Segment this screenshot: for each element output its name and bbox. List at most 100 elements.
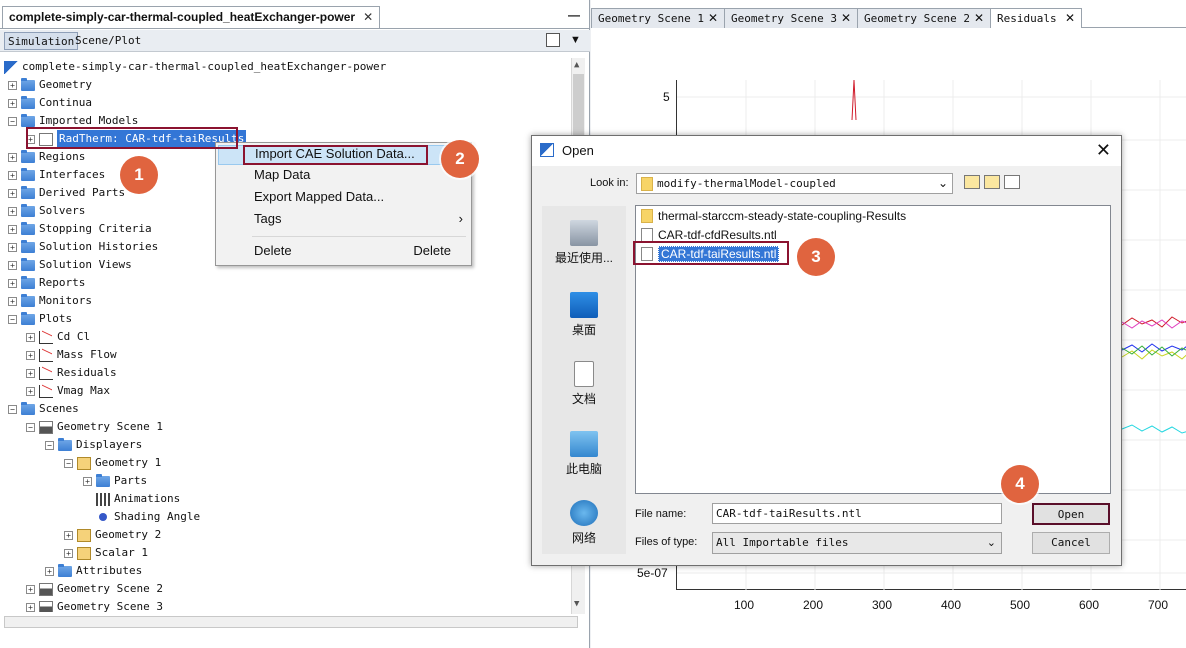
tree-node-label: Cd Cl	[57, 330, 91, 343]
expand-icon[interactable]: +	[26, 386, 35, 396]
expand-icon[interactable]: +	[64, 530, 73, 540]
collapse-icon[interactable]: −	[8, 404, 17, 414]
recent-icon	[570, 220, 598, 246]
tab-geometry-scene-1[interactable]: Geometry Scene 1 ✕	[591, 8, 725, 28]
expand-icon[interactable]: +	[8, 260, 17, 270]
place-desktop[interactable]: 桌面	[542, 292, 626, 338]
tree-node[interactable]: + Solution Histories	[8, 238, 158, 256]
simulation-file-tab[interactable]: complete-simply-car-thermal-coupled_heat…	[2, 6, 381, 28]
tab-scene-plot[interactable]: Scene/Plot	[72, 32, 144, 50]
tree-node[interactable]: + Continua	[8, 94, 92, 112]
tree-node[interactable]: + Geometry	[8, 76, 92, 94]
tree-horizontal-scrollbar[interactable]	[4, 616, 578, 628]
collapse-icon[interactable]: −	[64, 458, 73, 468]
close-icon[interactable]: ✕	[974, 9, 984, 28]
tree-node[interactable]: + Solvers	[8, 202, 85, 220]
view-menu-icon[interactable]	[1004, 175, 1020, 189]
tree-node[interactable]: complete-simply-car-thermal-coupled_heat…	[4, 58, 386, 76]
expand-icon[interactable]: +	[26, 368, 35, 378]
tree-node[interactable]: + Geometry Scene 3	[26, 598, 163, 612]
new-folder-icon[interactable]	[984, 175, 1000, 189]
tree-node[interactable]: + Stopping Criteria	[8, 220, 152, 238]
collapse-icon[interactable]: −	[45, 440, 54, 450]
tree-node[interactable]: + Monitors	[8, 292, 92, 310]
tree-node[interactable]: − Geometry Scene 1	[26, 418, 163, 436]
expand-icon[interactable]: +	[64, 548, 73, 558]
tree-node[interactable]: + Solution Views	[8, 256, 132, 274]
expand-icon[interactable]: +	[8, 224, 17, 234]
close-icon[interactable]: ✕	[841, 9, 851, 28]
close-icon[interactable]: ✕	[708, 9, 718, 28]
dialog-titlebar[interactable]: Open ✕	[532, 136, 1121, 166]
tree-node[interactable]: + Parts	[83, 472, 147, 490]
scroll-down-icon[interactable]: ▼	[574, 599, 579, 609]
expand-icon[interactable]: +	[26, 584, 35, 594]
tree-node[interactable]: + Interfaces	[8, 166, 105, 184]
place-recent[interactable]: 最近使用...	[542, 220, 626, 266]
tree-node[interactable]: + Attributes	[45, 562, 142, 580]
look-in-select[interactable]: modify-thermalModel-coupled ⌄	[636, 173, 953, 194]
expand-icon[interactable]: +	[83, 476, 92, 486]
close-icon[interactable]: ✕	[1096, 140, 1111, 161]
tree-node[interactable]: − Scenes	[8, 400, 79, 418]
expand-icon[interactable]: +	[8, 170, 17, 180]
close-icon[interactable]: ✕	[1065, 9, 1075, 28]
expand-icon[interactable]: +	[8, 152, 17, 162]
files-of-type-select[interactable]: All Importable files ⌄	[712, 532, 1002, 554]
expand-icon[interactable]: +	[8, 296, 17, 306]
cancel-button[interactable]: Cancel	[1032, 532, 1110, 554]
tab-geometry-scene-3[interactable]: Geometry Scene 3 ✕	[724, 8, 858, 28]
menu-item-export-mapped-data[interactable]: Export Mapped Data...	[218, 189, 469, 209]
file-name-input[interactable]: CAR-tdf-taiResults.ntl	[712, 503, 1002, 524]
tab-simulation[interactable]: Simulation	[4, 32, 79, 50]
tree-node[interactable]: − Geometry 1	[64, 454, 161, 472]
tree-node[interactable]: Animations	[83, 490, 180, 508]
expand-icon[interactable]: +	[8, 80, 17, 90]
expand-icon[interactable]: +	[8, 242, 17, 252]
folder-icon	[21, 257, 35, 271]
minimize-icon[interactable]: —	[568, 8, 582, 22]
tree-node-label: Residuals	[57, 366, 117, 379]
close-icon[interactable]: ✕	[363, 7, 373, 28]
tree-node[interactable]: + Cd Cl	[26, 328, 90, 346]
open-button[interactable]: Open	[1032, 503, 1110, 525]
dropdown-arrow-icon[interactable]: ▼	[570, 34, 581, 46]
collapse-icon[interactable]: −	[8, 314, 17, 324]
tree-structure-icon[interactable]	[546, 33, 560, 47]
tree-node[interactable]: + Scalar 1	[64, 544, 148, 562]
tree-node[interactable]: Shading Angle	[83, 508, 200, 526]
tree-node[interactable]: + Derived Parts	[8, 184, 125, 202]
file-item-folder[interactable]: thermal-starccm-steady-state-coupling-Re…	[641, 207, 906, 224]
tree-node[interactable]: + Residuals	[26, 364, 117, 382]
tree-node[interactable]: + Regions	[8, 148, 85, 166]
menu-item-map-data[interactable]: Map Data	[218, 167, 469, 187]
scroll-up-icon[interactable]: ▲	[574, 60, 579, 70]
tree-node[interactable]: + Reports	[8, 274, 85, 292]
menu-item-delete[interactable]: Delete Delete	[218, 243, 469, 263]
collapse-icon[interactable]: −	[26, 422, 35, 432]
tree-node[interactable]: − Plots	[8, 310, 72, 328]
places-bar: 最近使用... 桌面 文档 此电脑 网络	[542, 206, 626, 554]
scene-icon	[39, 582, 53, 596]
expand-icon[interactable]: +	[8, 206, 17, 216]
place-this-pc[interactable]: 此电脑	[542, 431, 626, 477]
place-documents[interactable]: 文档	[542, 361, 626, 407]
expand-icon[interactable]: +	[8, 98, 17, 108]
expand-icon[interactable]: +	[8, 278, 17, 288]
menu-item-tags[interactable]: Tags ›	[218, 211, 469, 231]
expand-icon[interactable]: +	[45, 566, 54, 576]
up-folder-icon[interactable]	[964, 175, 980, 189]
tree-node[interactable]: + Geometry Scene 2	[26, 580, 163, 598]
tab-geometry-scene-2[interactable]: Geometry Scene 2 ✕	[857, 8, 991, 28]
tree-node[interactable]: + Geometry 2	[64, 526, 161, 544]
expand-icon[interactable]: +	[26, 602, 35, 612]
tree-node[interactable]: + Mass Flow	[26, 346, 117, 364]
place-network[interactable]: 网络	[542, 500, 626, 546]
expand-icon[interactable]: +	[26, 332, 35, 342]
expand-icon[interactable]: +	[26, 350, 35, 360]
tab-residuals[interactable]: Residuals ✕	[990, 8, 1082, 28]
tree-node[interactable]: + Vmag Max	[26, 382, 110, 400]
tree-node[interactable]: − Displayers	[45, 436, 142, 454]
collapse-icon[interactable]: −	[8, 116, 17, 126]
expand-icon[interactable]: +	[8, 188, 17, 198]
